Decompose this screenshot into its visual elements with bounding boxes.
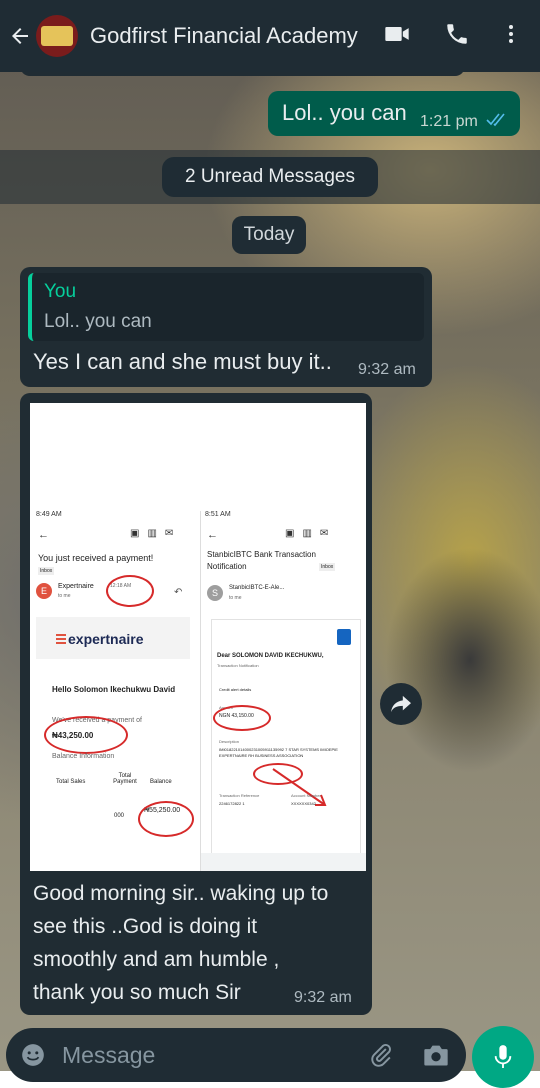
outgoing-message[interactable]: Lol.. you can 1:21 pm — [268, 91, 520, 136]
chat-header: Godfirst Financial Academy — [0, 0, 540, 72]
message-text: Lol.. you can — [282, 100, 407, 125]
date-chip: Today — [232, 216, 306, 254]
read-receipt-icon — [486, 113, 505, 127]
message-input[interactable]: Message — [62, 1042, 155, 1069]
voice-call-icon[interactable] — [444, 20, 470, 48]
bank-logo — [337, 629, 351, 645]
back-arrow-icon — [12, 28, 28, 44]
voice-message-button[interactable] — [472, 1026, 534, 1088]
expertnaire-email-screenshot: 8:49 AM ← ▣▥✉ You just received a paymen… — [30, 511, 196, 871]
incoming-image-message[interactable]: 8:49 AM ← ▣▥✉ You just received a paymen… — [20, 393, 372, 1015]
quoted-message[interactable]: You Lol.. you can — [28, 273, 424, 341]
unread-messages-label: 2 Unread Messages — [162, 157, 378, 197]
shared-image[interactable]: 8:49 AM ← ▣▥✉ You just received a paymen… — [30, 403, 366, 871]
forward-button[interactable] — [380, 683, 422, 725]
message-time: 9:32 am — [294, 989, 352, 1006]
group-avatar[interactable] — [36, 15, 78, 57]
email-subject: You just received a payment! — [38, 553, 154, 563]
more-options-icon[interactable] — [499, 20, 523, 48]
camera-icon[interactable] — [422, 1042, 450, 1068]
expertnaire-logo: expertnaire — [68, 631, 144, 647]
microphone-icon — [494, 1045, 512, 1068]
quoted-author: You — [44, 281, 77, 302]
message-text: Yes I can and she must buy it.. — [33, 349, 332, 374]
chat-title[interactable]: Godfirst Financial Academy — [90, 23, 360, 49]
video-call-icon[interactable] — [383, 20, 411, 48]
quoted-text: Lol.. you can — [44, 311, 152, 332]
message-composer[interactable]: Message — [6, 1028, 466, 1082]
message-time: 1:21 pm — [420, 113, 478, 130]
bank-email-screenshot: 8:51 AM ← ▣▥✉ StanbicIBTC Bank Transacti… — [200, 511, 366, 871]
attachment-icon[interactable] — [368, 1042, 394, 1068]
forward-icon — [391, 695, 411, 713]
message-time: 9:32 am — [358, 361, 416, 378]
incoming-reply-message[interactable]: You Lol.. you can Yes I can and she must… — [20, 267, 432, 387]
emoji-icon[interactable] — [20, 1042, 46, 1068]
image-caption: Good morning sir.. waking up to see this… — [33, 882, 329, 1004]
back-button[interactable] — [0, 0, 40, 72]
